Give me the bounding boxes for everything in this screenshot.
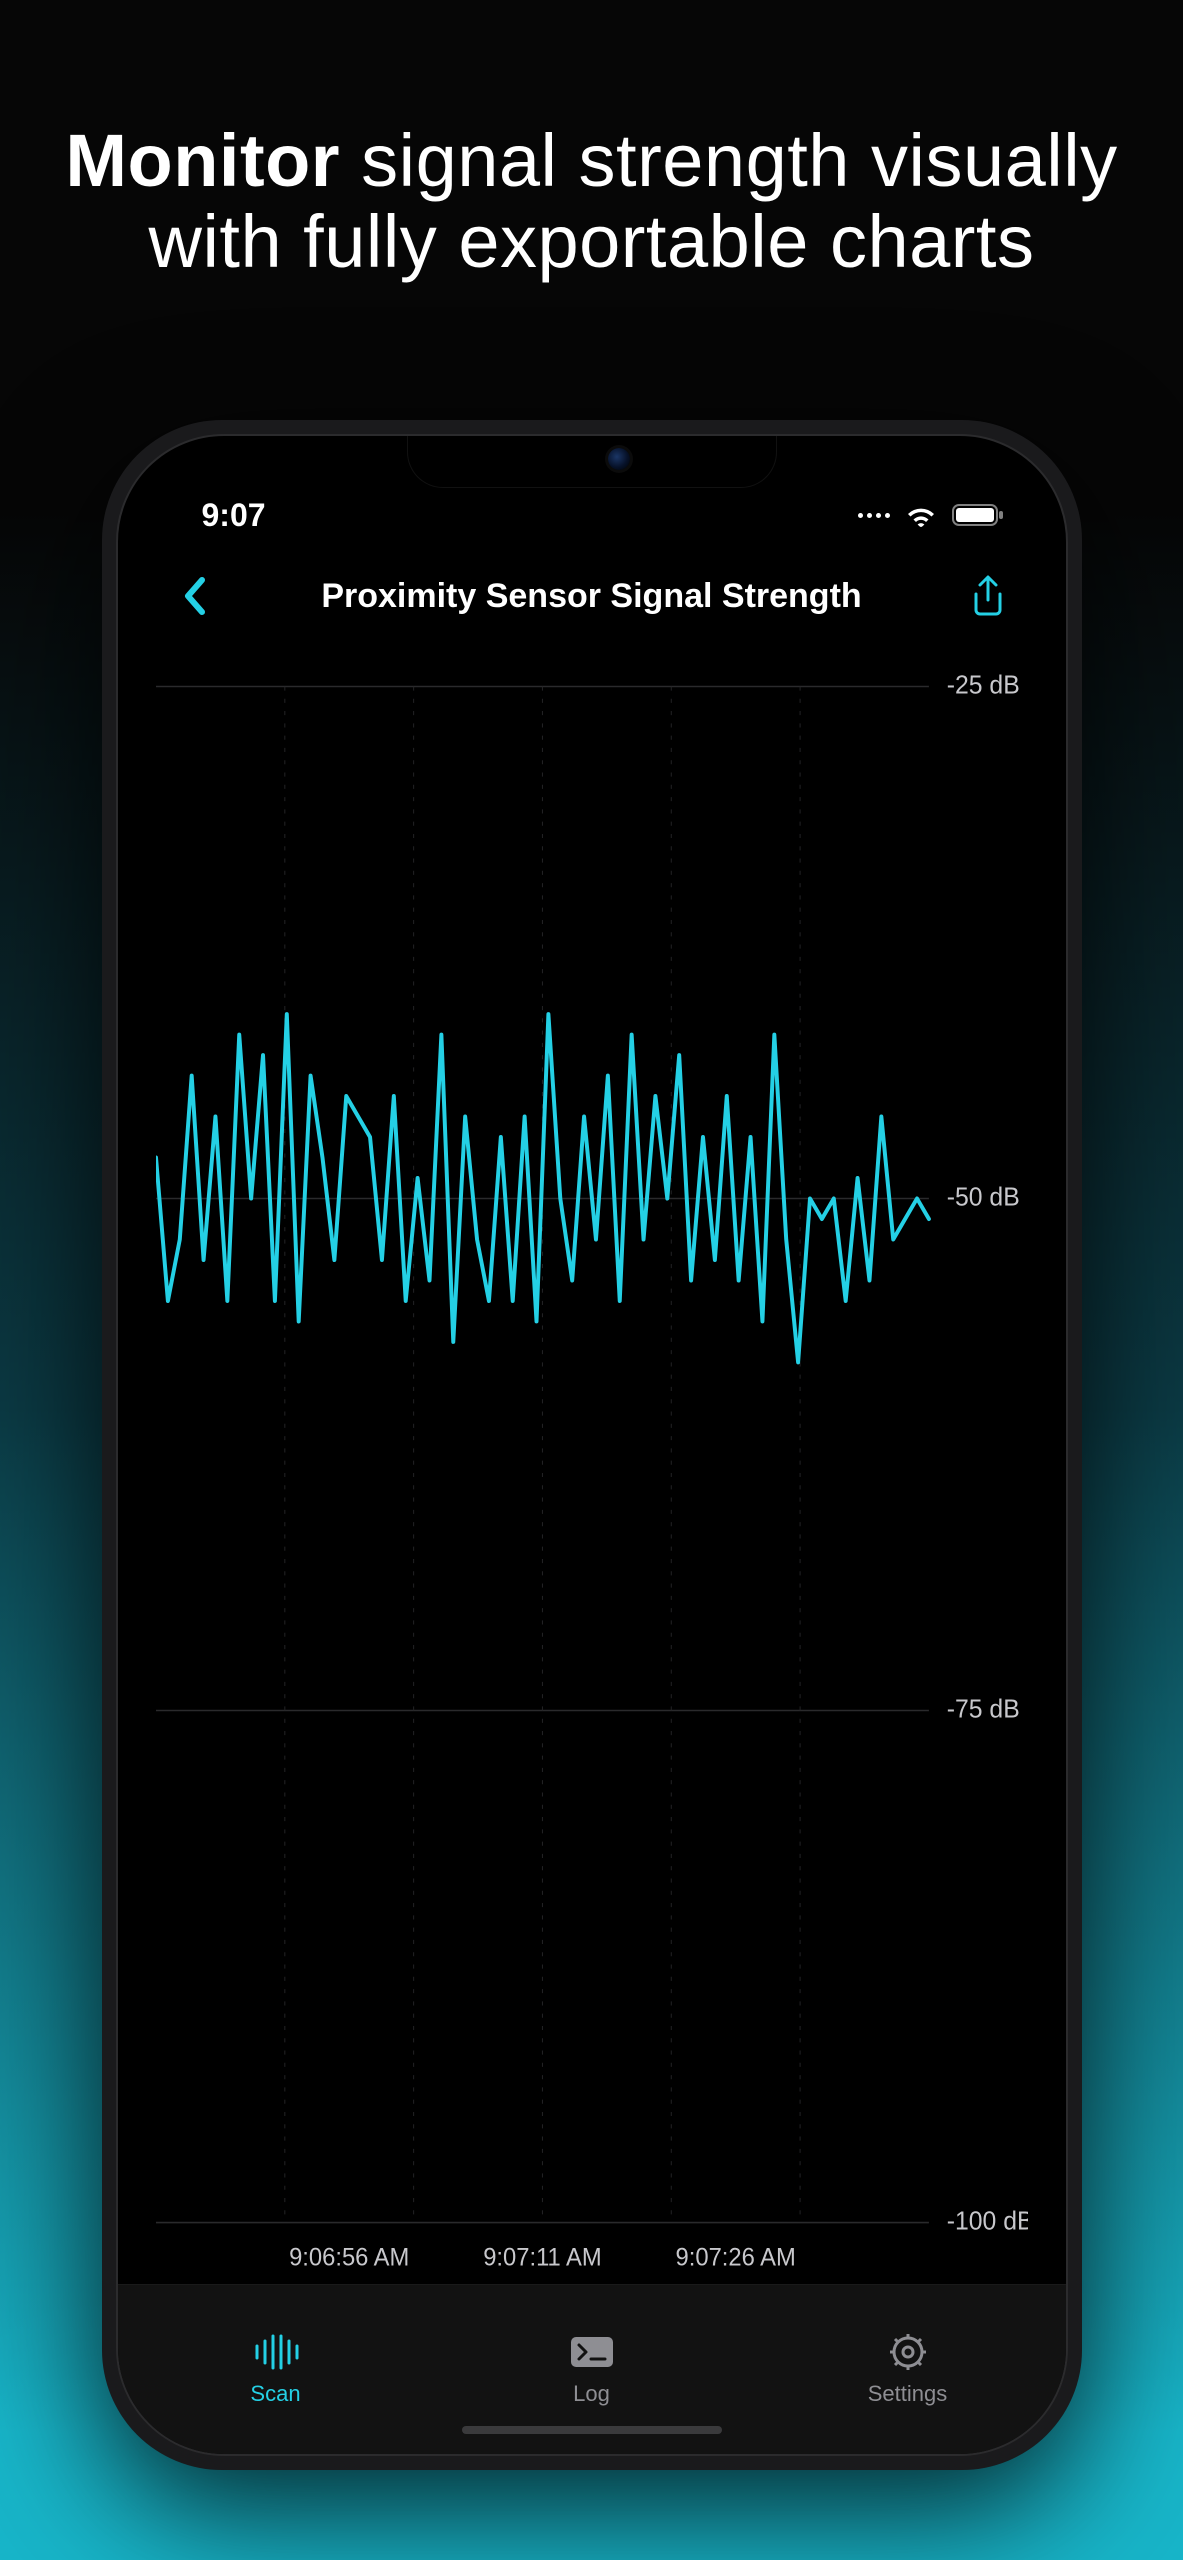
tab-scan-label: Scan <box>250 2381 300 2407</box>
tab-scan[interactable]: Scan <box>118 2285 434 2454</box>
phone-frame: 9:07 Proximity Sensor Signal Strength <box>102 420 1082 2470</box>
tab-settings[interactable]: Settings <box>750 2285 1066 2454</box>
tab-settings-label: Settings <box>868 2381 948 2407</box>
status-bar: 9:07 <box>118 480 1066 550</box>
hero-headline: Monitor signal strength visually with fu… <box>0 120 1183 283</box>
tab-log-label: Log <box>573 2381 610 2407</box>
share-icon <box>968 574 1008 618</box>
scan-icon <box>253 2333 299 2371</box>
hero-rest2: with fully exportable charts <box>149 200 1035 283</box>
svg-text:9:06:56 AM: 9:06:56 AM <box>289 2244 409 2271</box>
hero-bold: Monitor <box>65 119 340 202</box>
cellular-dots-icon <box>858 513 890 518</box>
share-button[interactable] <box>964 574 1012 618</box>
wifi-icon <box>904 502 938 528</box>
signal-chart[interactable]: -25 dB -50 dB -75 dB -100 dB 9:06:56 AM 9:07:… <box>156 666 1028 2284</box>
phone-screen: 9:07 Proximity Sensor Signal Strength <box>116 434 1068 2456</box>
nav-bar: Proximity Sensor Signal Strength <box>118 556 1066 636</box>
device-notch <box>407 436 777 488</box>
svg-text:9:07:11 AM: 9:07:11 AM <box>483 2244 602 2271</box>
home-indicator[interactable] <box>462 2426 722 2434</box>
back-button[interactable] <box>172 576 220 616</box>
svg-text:9:07:26 AM: 9:07:26 AM <box>675 2244 795 2271</box>
status-right <box>858 502 1006 528</box>
svg-text:-100 dB: -100 dB <box>946 2207 1027 2235</box>
svg-text:-50 dB: -50 dB <box>946 1183 1019 1211</box>
hero-rest1: signal strength visually <box>340 119 1118 202</box>
chevron-left-icon <box>182 576 210 616</box>
screen-title: Proximity Sensor Signal Strength <box>220 577 964 616</box>
svg-text:-25 dB: -25 dB <box>946 671 1019 699</box>
terminal-icon <box>569 2333 615 2371</box>
svg-text:-75 dB: -75 dB <box>946 1695 1019 1723</box>
tab-bar: Scan Log Settings <box>118 2284 1066 2454</box>
battery-icon <box>952 502 1006 528</box>
status-time: 9:07 <box>202 497 266 534</box>
gear-icon <box>888 2333 928 2371</box>
